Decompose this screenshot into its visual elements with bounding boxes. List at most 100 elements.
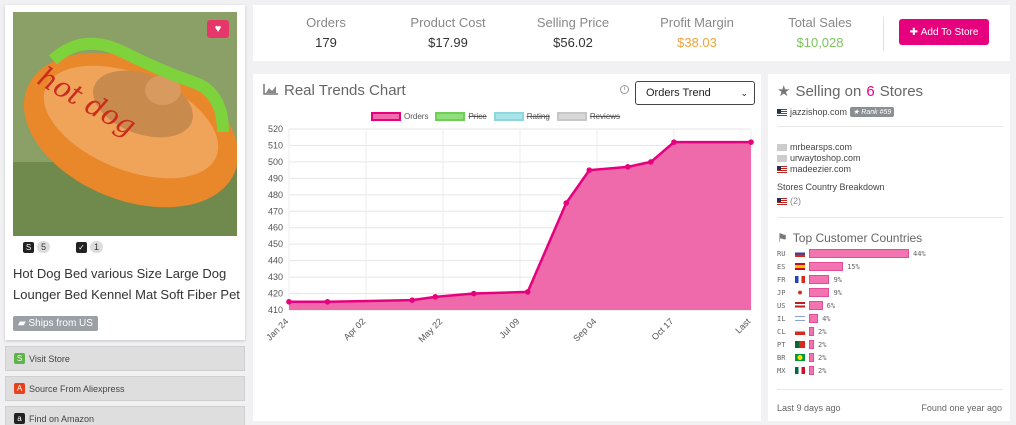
country-code: BR [777,353,786,362]
country-bar [809,327,814,336]
country-bar [809,288,830,297]
country-flag-icon [795,367,805,374]
country-row-mx: MX 2% [777,366,826,375]
plus-icon: ✚ [909,26,921,38]
divider [777,217,1003,218]
country-percent: 15% [847,262,860,271]
total-sales-label: Total Sales [788,15,852,30]
found-label: Found [921,403,947,413]
store-name[interactable]: mrbearsps.com [790,142,852,152]
country-bar [809,275,830,284]
add-to-store-button[interactable]: ✚ Add To Store [899,19,989,45]
product-card: hot dog ♥ S 5 ✓ 1 Hot Dog Bed various Si… [5,5,245,340]
country-code: ES [777,262,786,271]
country-bar [809,366,814,375]
store-item[interactable]: mrbearsps.com [777,142,852,152]
stores-title-prefix: Selling on [795,82,862,100]
selling-price-value: $56.02 [553,35,593,50]
flag-icon: ⚑ [777,231,788,245]
divider [777,126,1003,127]
rank-badge: ★ Rank #59 [850,107,895,117]
country-code: PT [777,340,786,349]
country-percent: 2% [818,327,827,336]
found-date: Found one year ago [921,403,1002,413]
country-percent: 2% [818,340,827,349]
total-sales-value: $10,028 [796,35,844,50]
orders-point [409,297,415,303]
stat-total-sales: Total Sales $10,028 [785,15,855,50]
shopify-icon: S [14,353,25,364]
country-bar [809,249,909,258]
country-row-pt: PT 2% [777,340,826,349]
orders-point [286,298,292,305]
product-image[interactable]: hot dog ♥ [13,12,237,236]
x-tick-label: Jan 24 [264,316,290,342]
amazon-icon: a [14,413,25,424]
us-flag-icon [777,108,787,116]
orders-point [432,294,439,300]
stat-profit-margin: Profit Margin $38.03 [656,15,738,50]
store-name[interactable]: urwaytoshop.com [790,153,861,163]
x-tick-label: May 22 [416,316,444,344]
hot-dog-bed-illustration: hot dog [13,12,237,236]
main-store-name[interactable]: jazzishop.com [790,107,847,117]
country-row-fr: FR 9% [777,275,842,284]
add-to-store-label: Add To Store [920,26,979,38]
country-code: RU [777,249,786,258]
stat-product-cost: Product Cost $17.99 [408,15,488,50]
truck-icon: ▰ [18,318,26,329]
y-tick-label: 410 [268,305,283,315]
y-tick-label: 500 [268,157,283,167]
y-tick-label: 430 [268,272,283,282]
store-item[interactable]: urwaytoshop.com [777,153,861,163]
stat-orders: Orders 179 [303,15,349,50]
unknown-flag-icon [777,143,787,151]
country-bar [809,353,814,362]
orders-point [625,164,631,170]
country-code: FR [777,275,786,284]
country-breakdown-text: Stores Country Breakdown [777,182,885,192]
orders-point [563,200,569,206]
country-flag-icon [795,302,805,309]
country-bar [809,314,819,323]
country-row-br: BR 2% [777,353,826,362]
orders-area-chart: 520 510 500 490 480 470 460 450 440 430 420 410Jan … [264,124,754,344]
visit-store-button[interactable]: S Visit Store [5,346,245,371]
us-flag-icon [777,165,787,173]
top-countries-title: ⚑ Top Customer Countries [777,231,922,245]
orders-label: Orders [306,15,346,30]
selling-price-label: Selling Price [536,15,610,30]
country-percent: 9% [833,275,842,284]
y-tick-label: 450 [268,239,283,249]
stores-title-suffix: Stores [879,82,924,100]
orders-point [648,159,654,165]
store-item[interactable]: madeezier.com [777,164,851,174]
y-tick-label: 420 [268,289,283,299]
other-store-count: ✓ 1 [76,241,104,253]
stat-selling-price: Selling Price $56.02 [533,15,613,50]
find-amazon-button[interactable]: a Find on Amazon [5,406,245,425]
orders-point [324,298,331,305]
country-row-il: IL 4% [777,314,831,323]
product-title: Hot Dog Bed various Size Large Dog Loung… [13,266,240,302]
source-aliexpress-button[interactable]: A Source From Aliexpress [5,376,245,401]
other-count-value: 1 [90,241,104,253]
ships-from-label: Ships from US [28,318,93,329]
country-bar [809,340,814,349]
stores-panel: ★ Selling on 6 Stores jazzishop.com ★ Ra… [768,74,1010,421]
country-row-ru: RU 44% [777,249,926,258]
country-percent: 2% [818,353,827,362]
stores-title: ★ Selling on 6 Stores [777,82,924,101]
x-tick-label: Apr 02 [342,316,368,342]
product-cost-value: $17.99 [428,35,468,50]
main-store[interactable]: jazzishop.com ★ Rank #59 [777,107,895,117]
ships-from-badge: ▰ Ships from US [13,316,98,331]
orders-value: 179 [315,35,337,50]
us-flag-icon [777,197,787,205]
product-cost-label: Product Cost [410,15,486,30]
store-name[interactable]: madeezier.com [790,164,851,174]
country-code: IL [777,314,786,323]
x-tick-label: Oct 17 [650,316,676,342]
favorite-heart-icon[interactable]: ♥ [207,20,229,38]
y-tick-label: 470 [268,206,283,216]
